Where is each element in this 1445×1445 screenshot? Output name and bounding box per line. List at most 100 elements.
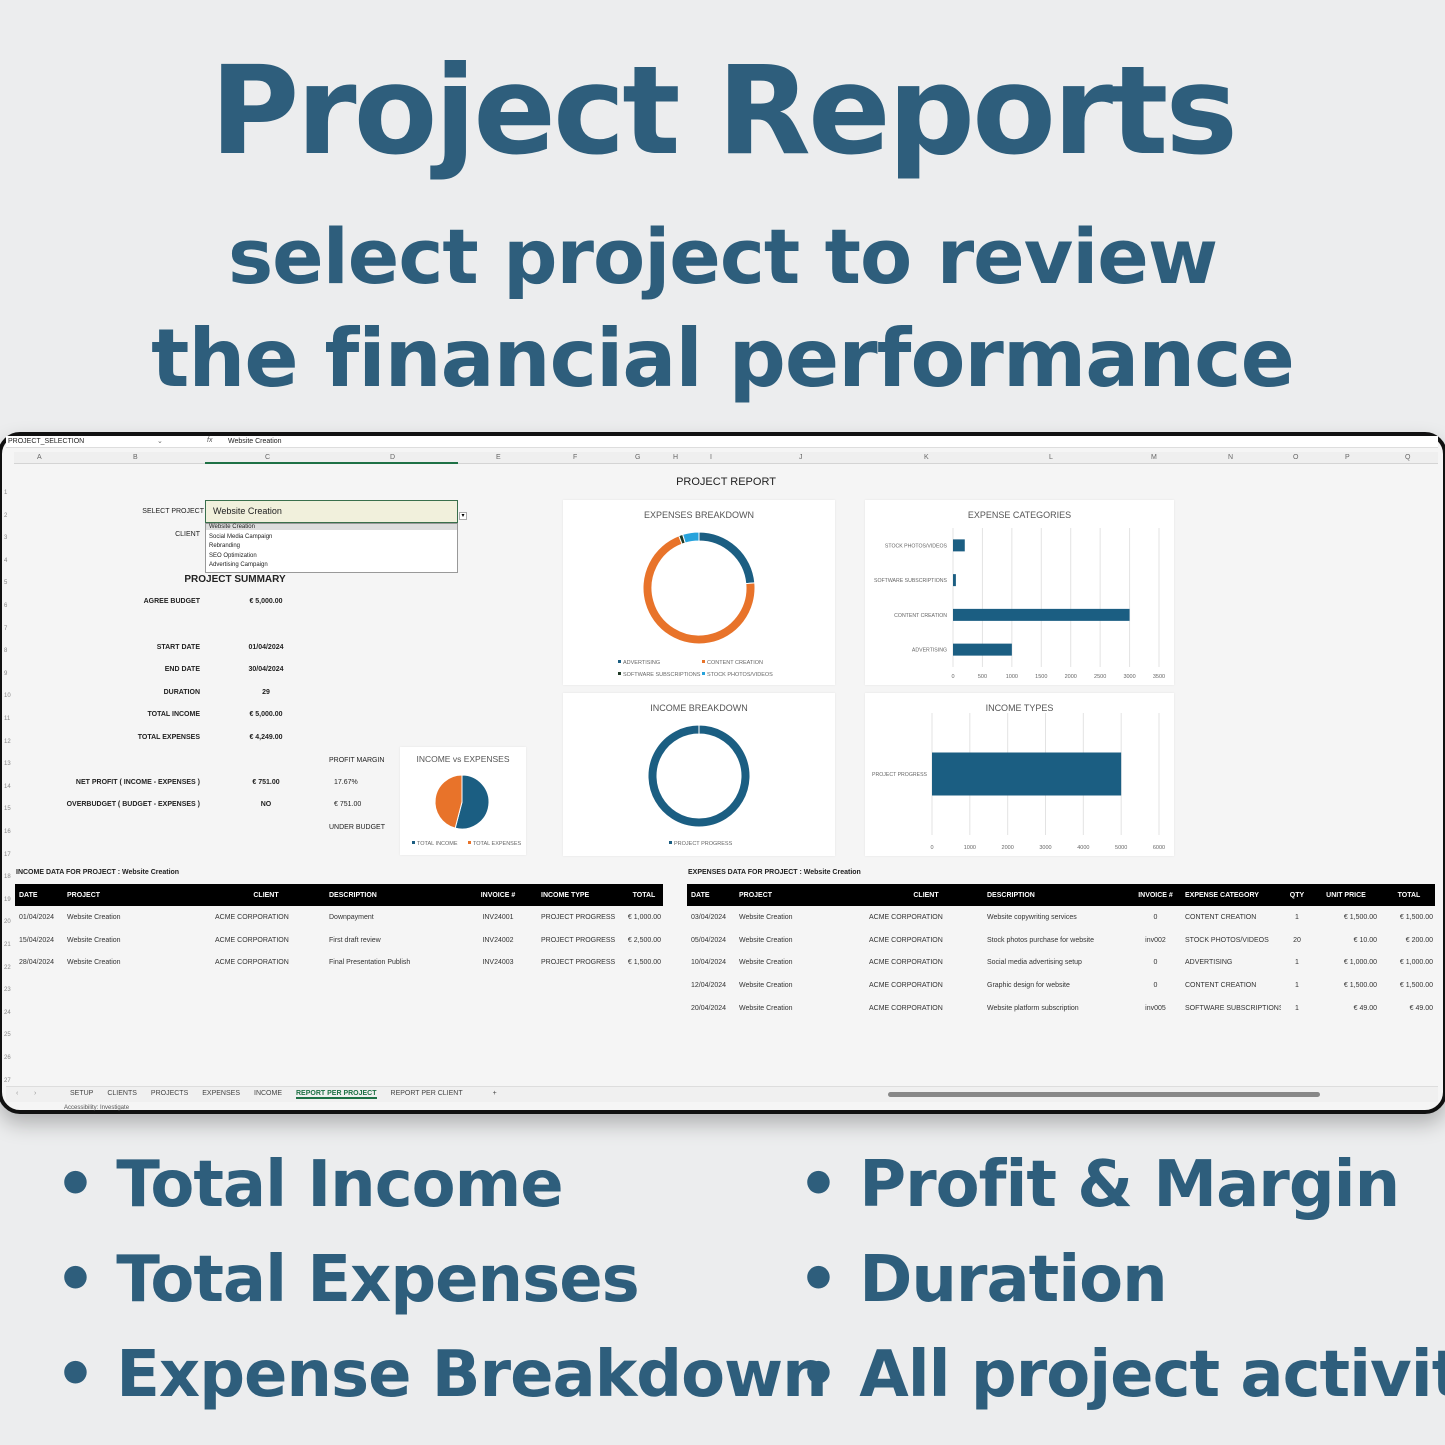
income-breakdown-chart[interactable]: INCOME BREAKDOWN PROJECT PROGRESS <box>563 693 835 856</box>
row-header[interactable]: 24 <box>4 1010 11 1016</box>
bar[interactable] <box>953 574 956 587</box>
column-header[interactable]: A <box>37 454 42 461</box>
dropdown-arrow-icon[interactable]: ▾ <box>459 512 467 520</box>
row-header[interactable]: 4 <box>4 558 7 564</box>
row-header[interactable]: 8 <box>4 648 7 654</box>
row-header[interactable]: 10 <box>4 693 11 699</box>
accessibility-status[interactable]: Accessibility: Investigate <box>64 1105 129 1111</box>
sheet-tab[interactable]: CLIENTS <box>107 1090 137 1097</box>
table-row[interactable]: 12/04/2024 Website Creation ACME CORPORATI… <box>687 974 1435 997</box>
row-header[interactable]: 3 <box>4 535 7 541</box>
column-header[interactable]: K <box>924 454 929 461</box>
column-header[interactable]: H <box>673 454 678 461</box>
column-header[interactable]: P <box>1345 454 1350 461</box>
column-header-expense-category[interactable]: EXPENSE CATEGORY <box>1181 884 1281 906</box>
row-header[interactable]: 12 <box>4 739 11 745</box>
column-header[interactable]: F <box>573 454 577 461</box>
row-header[interactable]: 26 <box>4 1055 11 1061</box>
table-row[interactable]: 20/04/2024 Website Creation ACME CORPORATI… <box>687 997 1435 1020</box>
name-box[interactable]: PROJECT_SELECTION <box>8 438 84 445</box>
income-vs-expenses-chart[interactable]: INCOME vs EXPENSES TOTAL INCOME TOTAL EXP… <box>400 747 526 855</box>
scroll-tabs-left-icon[interactable]: ‹ <box>16 1090 18 1097</box>
slice-stock-photos-videos[interactable] <box>682 531 700 544</box>
table-row[interactable]: 15/04/2024 Website Creation ACME CORPORATI… <box>15 929 663 952</box>
row-header[interactable]: 5 <box>4 580 7 586</box>
column-header-date[interactable]: DATE <box>15 884 63 906</box>
column-header-description[interactable]: DESCRIPTION <box>325 884 455 906</box>
add-sheet-button[interactable]: + <box>493 1090 497 1097</box>
scroll-tabs-right-icon[interactable]: › <box>34 1090 36 1097</box>
table-row[interactable]: 10/04/2024 Website Creation ACME CORPORATI… <box>687 951 1435 974</box>
table-row[interactable]: 05/04/2024 Website Creation ACME CORPORATI… <box>687 929 1435 952</box>
row-header[interactable]: 15 <box>4 806 11 812</box>
column-header[interactable]: I <box>710 454 712 461</box>
row-header[interactable]: 18 <box>4 874 11 880</box>
column-header-project[interactable]: PROJECT <box>735 884 865 906</box>
column-header-unit-price[interactable]: UNIT PRICE <box>1309 884 1379 906</box>
column-header[interactable]: Q <box>1405 454 1410 461</box>
formula-input[interactable]: Website Creation <box>228 438 282 445</box>
column-header-invoice[interactable]: INVOICE # <box>1126 884 1181 906</box>
column-header-project[interactable]: PROJECT <box>63 884 203 906</box>
row-header[interactable]: 7 <box>4 626 7 632</box>
slice-advertising[interactable] <box>698 531 756 585</box>
bar[interactable] <box>932 752 1122 796</box>
column-header-date[interactable]: DATE <box>687 884 735 906</box>
table-row[interactable]: 03/04/2024 Website Creation ACME CORPORATI… <box>687 906 1435 929</box>
horizontal-scrollbar[interactable] <box>888 1092 1320 1097</box>
bar[interactable] <box>953 608 1130 621</box>
table-row[interactable]: 01/04/2024 Website Creation ACME CORPORATI… <box>15 906 663 929</box>
column-header[interactable]: D <box>390 454 395 461</box>
income-types-chart[interactable]: INCOME TYPES 0 1000 2000 3000 4000 5000 6000 PR… <box>865 693 1174 856</box>
dropdown-option[interactable]: Advertising Campaign <box>206 562 457 568</box>
column-header-total[interactable]: TOTAL <box>1379 884 1435 906</box>
table-row[interactable]: 28/04/2024 Website Creation ACME CORPORATI… <box>15 951 663 974</box>
sheet-tab[interactable]: REPORT PER CLIENT <box>391 1090 463 1097</box>
column-header[interactable]: J <box>799 454 803 461</box>
row-header[interactable]: 23 <box>4 987 11 993</box>
column-header-client[interactable]: CLIENT <box>865 884 983 906</box>
column-header[interactable]: M <box>1151 454 1157 461</box>
column-header[interactable]: L <box>1049 454 1053 461</box>
dropdown-option[interactable]: Rebranding <box>206 543 457 549</box>
row-header[interactable]: 25 <box>4 1032 11 1038</box>
column-header[interactable]: G <box>635 454 640 461</box>
column-header-description[interactable]: DESCRIPTION <box>983 884 1126 906</box>
chevron-down-icon[interactable]: ⌄ <box>157 437 163 445</box>
column-header[interactable]: N <box>1228 454 1233 461</box>
row-header[interactable]: 13 <box>4 761 11 767</box>
column-header-client[interactable]: CLIENT <box>203 884 325 906</box>
row-header[interactable]: 1 <box>4 490 7 496</box>
column-header-invoice[interactable]: INVOICE # <box>455 884 537 906</box>
column-header[interactable]: B <box>133 454 138 461</box>
dropdown-option[interactable]: Website Creation <box>206 524 457 530</box>
column-header-income-type[interactable]: INCOME TYPE <box>537 884 621 906</box>
row-header[interactable]: 21 <box>4 942 11 948</box>
sheet-tab[interactable]: REPORT PER PROJECT <box>296 1090 377 1099</box>
dropdown-option[interactable]: SEO Optimization <box>206 553 457 559</box>
slice-project-progress[interactable] <box>647 724 751 828</box>
sheet-tab[interactable]: SETUP <box>70 1090 93 1097</box>
row-header[interactable]: 27 <box>4 1078 11 1084</box>
sheet-tab[interactable]: EXPENSES <box>202 1090 240 1097</box>
column-header[interactable]: E <box>496 454 501 461</box>
column-header-total[interactable]: TOTAL <box>621 884 663 906</box>
sheet-tab[interactable]: INCOME <box>254 1090 282 1097</box>
row-header[interactable]: 17 <box>4 852 11 858</box>
row-header[interactable]: 9 <box>4 671 7 677</box>
row-header[interactable]: 11 <box>4 716 10 722</box>
sheet-tab[interactable]: PROJECTS <box>151 1090 188 1097</box>
expenses-breakdown-chart[interactable]: EXPENSES BREAKDOWN ADVERTISING CONTENT CR… <box>563 500 835 685</box>
row-header[interactable]: 19 <box>4 897 11 903</box>
row-header[interactable]: 20 <box>4 919 11 925</box>
row-header[interactable]: 6 <box>4 603 7 609</box>
bar[interactable] <box>953 643 1012 656</box>
row-header[interactable]: 2 <box>4 513 7 519</box>
column-header[interactable]: C <box>265 454 270 461</box>
expense-categories-chart[interactable]: EXPENSE CATEGORIES 0 500 1000 1500 2000 2500 3… <box>865 500 1174 685</box>
row-header[interactable]: 22 <box>4 965 11 971</box>
column-header-qty[interactable]: QTY <box>1281 884 1309 906</box>
row-header[interactable]: 14 <box>4 784 11 790</box>
bar[interactable] <box>953 539 965 552</box>
column-header[interactable]: O <box>1293 454 1298 461</box>
